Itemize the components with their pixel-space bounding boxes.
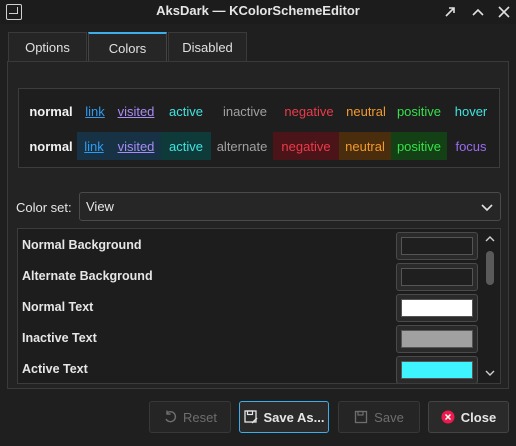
color-preview: normal link visited active inactive nega… bbox=[18, 88, 500, 168]
preview-neutral-alt: neutral bbox=[339, 132, 391, 160]
color-picker-button[interactable] bbox=[396, 356, 478, 383]
preview-visited: visited bbox=[117, 103, 155, 119]
preview-inactive: inactive bbox=[222, 103, 268, 119]
keep-above-icon[interactable] bbox=[440, 2, 460, 22]
preview-alternate: alternate bbox=[216, 138, 268, 154]
preview-neutral: neutral bbox=[346, 103, 386, 119]
reset-button[interactable]: Reset bbox=[149, 401, 231, 433]
tab-disabled[interactable]: Disabled bbox=[168, 32, 247, 62]
tab-options[interactable]: Options bbox=[8, 32, 87, 62]
list-item: Normal Text bbox=[18, 292, 480, 323]
list-item: Alternate Background bbox=[18, 261, 480, 292]
maximize-icon[interactable] bbox=[468, 2, 488, 22]
list-item: Active Text bbox=[18, 354, 480, 383]
color-role-label: Normal Text bbox=[22, 300, 94, 314]
save-button[interactable]: Save bbox=[338, 401, 420, 433]
preview-normal-alt: normal bbox=[29, 138, 73, 154]
color-role-label: Inactive Text bbox=[22, 331, 97, 345]
color-role-label: Alternate Background bbox=[22, 269, 153, 283]
preview-link: link bbox=[85, 103, 105, 119]
color-role-list: Normal Background Alternate Background N… bbox=[17, 228, 501, 384]
color-set-label: Color set: bbox=[16, 200, 72, 215]
preview-negative: negative bbox=[284, 103, 334, 119]
color-picker-button[interactable] bbox=[396, 263, 478, 291]
preview-negative-alt: negative bbox=[273, 132, 339, 160]
preview-hover: hover bbox=[454, 103, 488, 119]
color-swatch bbox=[401, 361, 473, 379]
preview-positive: positive bbox=[396, 103, 442, 119]
save-label: Save bbox=[374, 409, 404, 425]
color-swatch bbox=[401, 237, 473, 255]
color-swatch bbox=[401, 299, 473, 317]
window-title: AksDark — KColorSchemeEditor bbox=[156, 3, 360, 18]
save-as-button[interactable]: Save As... bbox=[239, 401, 329, 433]
save-as-icon bbox=[243, 410, 258, 424]
preview-active-alt: active bbox=[161, 132, 211, 160]
chevron-down-icon bbox=[481, 204, 493, 212]
save-as-label: Save As... bbox=[263, 409, 325, 425]
list-item: Normal Background bbox=[18, 230, 480, 261]
list-item: Inactive Text bbox=[18, 323, 480, 354]
color-picker-button[interactable] bbox=[396, 294, 478, 322]
close-button[interactable]: Close bbox=[428, 401, 509, 433]
reset-label: Reset bbox=[183, 409, 217, 425]
scroll-up-icon[interactable] bbox=[484, 233, 496, 245]
tab-colors[interactable]: Colors bbox=[88, 32, 167, 62]
color-set-value: View bbox=[86, 199, 114, 214]
preview-focus: focus bbox=[455, 138, 487, 154]
preview-positive-alt: positive bbox=[391, 132, 447, 160]
preview-active: active bbox=[169, 103, 203, 119]
reset-icon bbox=[165, 410, 177, 423]
save-icon bbox=[355, 410, 368, 424]
preview-link-alt: link bbox=[77, 132, 111, 160]
color-set-combobox[interactable]: View bbox=[79, 192, 501, 221]
color-picker-button[interactable] bbox=[396, 232, 478, 260]
preview-normal: normal bbox=[29, 103, 73, 119]
vertical-scrollbar[interactable] bbox=[480, 229, 500, 383]
color-role-label: Normal Background bbox=[22, 238, 142, 252]
title-bar: AksDark — KColorSchemeEditor bbox=[0, 0, 516, 24]
close-label: Close bbox=[460, 409, 497, 425]
preview-visited-alt: visited bbox=[111, 132, 161, 160]
color-swatch bbox=[401, 268, 473, 286]
close-circle-icon bbox=[441, 410, 455, 424]
close-window-icon[interactable] bbox=[494, 2, 514, 22]
scroll-down-icon[interactable] bbox=[484, 367, 496, 379]
color-picker-button[interactable] bbox=[396, 325, 478, 353]
color-role-label: Active Text bbox=[22, 362, 88, 376]
scrollbar-thumb[interactable] bbox=[486, 251, 494, 285]
color-swatch bbox=[401, 330, 473, 348]
